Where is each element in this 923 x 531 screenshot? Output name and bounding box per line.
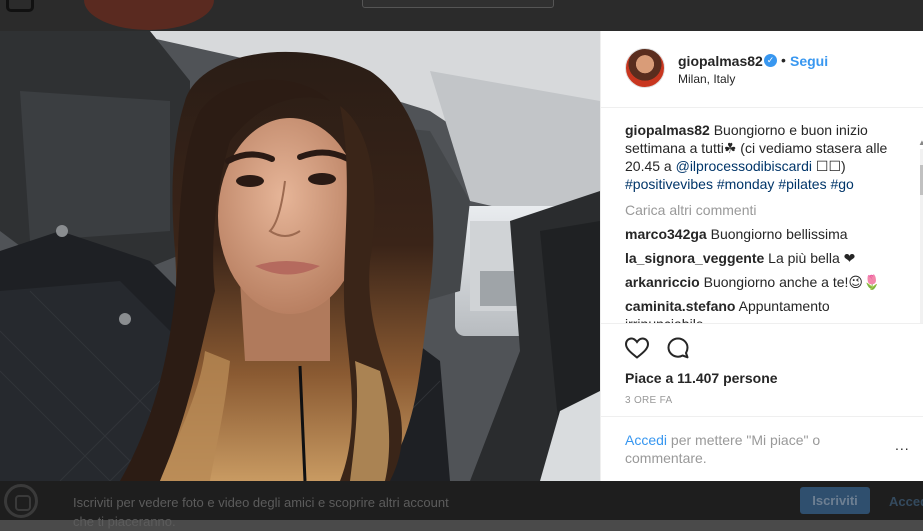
hashtag-link[interactable]: #go: [830, 176, 853, 192]
comment-username[interactable]: caminita.stefano: [625, 298, 735, 314]
signup-text: Iscriviti per vedere foto e video degli …: [73, 495, 449, 529]
camera-icon: [6, 0, 34, 12]
post-username[interactable]: giopalmas82: [678, 53, 763, 69]
instagram-logo-icon: [4, 484, 38, 518]
hashtag-link[interactable]: #monday: [717, 176, 775, 192]
login-prompt: Accedi per mettere "Mi piace" o commenta…: [601, 416, 923, 483]
comment-text: Buongiorno bellissima: [710, 226, 848, 242]
post-photo[interactable]: [0, 31, 600, 481]
comment-text: Buongiorno anche a te!😉🌷: [703, 274, 881, 290]
comment-username[interactable]: la_signora_veggente: [625, 250, 764, 266]
likes-count[interactable]: Piace a 11.407 persone: [625, 370, 778, 386]
comment-text: La più bella ❤: [768, 250, 856, 266]
verified-badge-icon: ✓: [764, 54, 777, 67]
heart-icon[interactable]: [624, 336, 650, 360]
scroll-up-arrow-icon[interactable]: ▲: [918, 138, 923, 147]
comment-icon[interactable]: [666, 336, 690, 360]
comments-list[interactable]: giopalmas82 Buongiorno e buon inizio set…: [625, 121, 895, 323]
clover-emoji: ☘: [723, 140, 737, 156]
mention-link[interactable]: @ilprocessodibiscardi: [676, 158, 812, 174]
signup-button[interactable]: Iscriviti: [800, 487, 870, 514]
post-header: giopalmas82 ✓ • Segui Milan, Italy: [601, 31, 923, 108]
avatar[interactable]: [625, 48, 665, 88]
signup-banner: Iscriviti per vedere foto e video degli …: [0, 481, 923, 529]
post-caption: giopalmas82 Buongiorno e buon inizio set…: [625, 121, 895, 193]
separator-dot: •: [781, 52, 786, 68]
login-prompt-text: Accedi per mettere "Mi piace" o commenta…: [625, 431, 875, 467]
banner-login-link[interactable]: Accedi: [889, 494, 923, 509]
comment-item: marco342ga Buongiorno bellissima: [625, 225, 895, 243]
comment-item: arkanriccio Buongiorno anche a te!😉🌷: [625, 273, 895, 291]
hashtag-link[interactable]: #positivevibes: [625, 176, 713, 192]
post-sidebar: giopalmas82 ✓ • Segui Milan, Italy giopa…: [600, 31, 923, 481]
background-avatar: [84, 0, 214, 30]
follow-button[interactable]: Segui: [790, 53, 828, 69]
comment-item: caminita.stefano Appuntamento irrinuncia…: [625, 297, 895, 323]
caption-username[interactable]: giopalmas82: [625, 122, 710, 138]
background-search: [362, 0, 554, 8]
comment-item: la_signora_veggente La più bella ❤: [625, 249, 895, 267]
caption-boxes: ☐☐): [815, 158, 846, 174]
post-timestamp[interactable]: 3 ORE FA: [625, 395, 672, 406]
load-more-comments[interactable]: Carica altri commenti: [625, 201, 895, 219]
background-header: [0, 0, 923, 31]
comment-username[interactable]: arkanriccio: [625, 274, 700, 290]
post-location[interactable]: Milan, Italy: [678, 72, 735, 86]
more-options-icon[interactable]: ...: [895, 437, 910, 453]
selfie-image: [0, 31, 600, 481]
post-actions: Piace a 11.407 persone 3 ORE FA Accedi p…: [601, 323, 923, 482]
post-modal: giopalmas82 ✓ • Segui Milan, Italy giopa…: [0, 31, 923, 481]
login-link[interactable]: Accedi: [625, 432, 667, 448]
comment-username[interactable]: marco342ga: [625, 226, 707, 242]
hashtag-link[interactable]: #pilates: [778, 176, 826, 192]
